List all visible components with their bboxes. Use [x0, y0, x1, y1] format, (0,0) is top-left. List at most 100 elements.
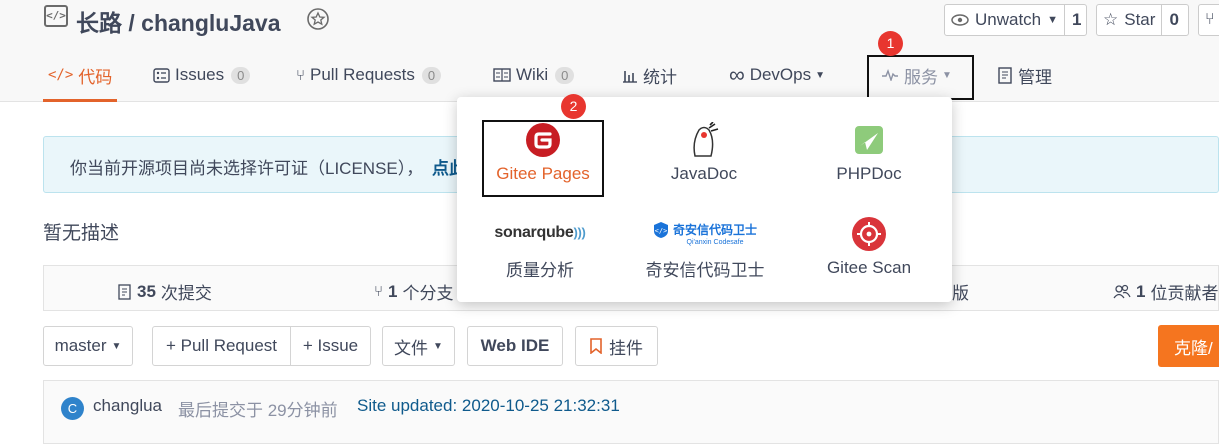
- qianxin-logo-sub: Qi'anxin Codesafe: [686, 238, 744, 246]
- tab-issues-count: 0: [231, 66, 251, 84]
- branch-select[interactable]: master ▼: [43, 326, 133, 366]
- branches-stat[interactable]: ⑂ 1 个分支: [374, 279, 453, 304]
- tab-code-label: 代码: [78, 67, 113, 87]
- web-ide-button[interactable]: Web IDE: [467, 326, 563, 366]
- pull-request-icon: ⑂: [296, 66, 306, 84]
- web-ide-label: Web IDE: [480, 336, 550, 355]
- branch-select-label: master: [54, 336, 107, 355]
- step-marker-2: 2: [561, 94, 586, 119]
- eye-icon: [951, 14, 969, 26]
- star-count[interactable]: 0: [1161, 5, 1185, 35]
- tab-wiki-label: Wiki: [516, 65, 549, 84]
- service-gitee-scan[interactable]: Gitee Scan: [810, 216, 928, 278]
- star-icon: ☆: [1103, 10, 1119, 29]
- service-sonarqube[interactable]: sonarqube))) 质量分析: [476, 216, 604, 281]
- stats-icon: [623, 70, 637, 83]
- caret-down-icon: ▼: [111, 340, 122, 352]
- service-phpdoc-label: PHPDoc: [836, 164, 902, 183]
- avatar[interactable]: C: [61, 397, 84, 420]
- sonarqube-logo-text: sonarqube: [494, 224, 574, 241]
- branches-label: 个分支: [402, 284, 454, 303]
- contributors-icon: [1113, 284, 1131, 299]
- tab-wiki-count: 0: [555, 66, 575, 84]
- tab-manage[interactable]: 管理: [998, 60, 1052, 90]
- tab-stats[interactable]: 统计: [622, 60, 677, 90]
- watch-button[interactable]: Unwatch ▼ 1: [944, 4, 1087, 36]
- tab-issues[interactable]: Issues 0: [153, 60, 251, 90]
- new-issue-label: + Issue: [302, 336, 359, 355]
- tab-devops[interactable]: ∞ DevOps ▼: [729, 60, 825, 90]
- infinity-icon: ∞: [729, 62, 745, 87]
- phpdoc-icon: [855, 126, 883, 154]
- badge-icon[interactable]: [306, 7, 330, 31]
- commits-label: 次提交: [160, 284, 212, 303]
- service-qianxin[interactable]: </> 奇安信代码卫士 Qi'anxin Codesafe 奇安信代码卫士: [636, 216, 774, 281]
- branch-icon: ⑂: [374, 283, 384, 300]
- widget-button[interactable]: 挂件: [575, 326, 658, 366]
- star-button[interactable]: ☆ Star 0: [1096, 4, 1189, 36]
- file-menu-label: 文件: [394, 338, 429, 358]
- widget-label: 挂件: [609, 338, 643, 358]
- contributors-stat[interactable]: 1 位贡献者: [1113, 279, 1218, 304]
- issues-icon: [153, 67, 170, 83]
- service-qianxin-label: 奇安信代码卫士: [645, 261, 765, 280]
- repo-title[interactable]: 长路 / changluJava: [76, 4, 281, 38]
- commit-author[interactable]: changlua: [93, 396, 162, 416]
- services-highlight-box: [867, 55, 974, 100]
- new-pull-request-button[interactable]: + Pull Request: [152, 326, 291, 366]
- svg-text:</>: </>: [655, 227, 668, 235]
- service-phpdoc[interactable]: PHPDoc: [810, 122, 928, 184]
- repo-description: 暂无描述: [43, 223, 120, 244]
- gitee-pages-highlight-box: [482, 120, 604, 197]
- tab-code[interactable]: </> 代码: [48, 60, 112, 90]
- contributors-count: 1: [1136, 281, 1146, 301]
- releases-label: 版: [952, 284, 969, 303]
- clone-label: 克隆/: [1174, 338, 1213, 358]
- repo-code-icon: </>: [44, 5, 68, 27]
- star-label: Star: [1124, 10, 1156, 29]
- javadoc-icon: [693, 122, 719, 157]
- watch-label: Unwatch: [975, 10, 1042, 29]
- contributors-label: 位贡献者: [1150, 284, 1219, 303]
- tab-stats-label: 统计: [643, 67, 677, 87]
- new-issue-button[interactable]: + Issue: [290, 326, 371, 366]
- service-javadoc-label: JavaDoc: [670, 164, 738, 183]
- commit-message[interactable]: Site updated: 2020-10-25 21:32:31: [357, 396, 620, 416]
- tab-pr-label: Pull Requests: [310, 65, 415, 84]
- service-sonarqube-label: 质量分析: [506, 261, 574, 280]
- step-marker-1: 1: [878, 31, 903, 56]
- bookmark-icon: [590, 338, 602, 354]
- wiki-icon: [493, 68, 511, 82]
- tab-wiki[interactable]: Wiki 0: [493, 60, 575, 90]
- qianxin-icon: </> 奇安信代码卫士 Qi'anxin Codesafe: [640, 216, 770, 250]
- tab-issues-label: Issues: [175, 65, 225, 84]
- fork-icon: ⑂: [1205, 11, 1215, 28]
- service-javadoc[interactable]: JavaDoc: [645, 122, 763, 184]
- branches-count: 1: [388, 281, 398, 301]
- new-pull-request-label: + Pull Request: [165, 336, 278, 355]
- releases-stat[interactable]: 版: [952, 279, 969, 304]
- file-menu-button[interactable]: 文件 ▼: [382, 326, 455, 366]
- fork-button[interactable]: ⑂: [1198, 4, 1219, 36]
- gitee-scan-icon: [852, 217, 886, 251]
- tab-devops-label: DevOps: [749, 65, 812, 84]
- watch-count[interactable]: 1: [1064, 5, 1088, 35]
- commit-time: 最后提交于 29分钟前: [178, 401, 338, 420]
- service-gitee-scan-label: Gitee Scan: [826, 258, 912, 277]
- commits-icon: [118, 283, 131, 300]
- active-tab-indicator: [43, 99, 117, 102]
- caret-down-icon: ▼: [815, 69, 826, 81]
- sonarqube-icon: sonarqube))): [494, 224, 586, 241]
- tab-pr-count: 0: [421, 66, 442, 84]
- clone-button[interactable]: 克隆/: [1158, 325, 1219, 367]
- qianxin-logo-text: 奇安信代码卫士: [672, 223, 757, 237]
- caret-down-icon: ▼: [1047, 14, 1059, 26]
- caret-down-icon: ▼: [433, 340, 443, 352]
- commits-stat[interactable]: 35 次提交: [118, 279, 212, 304]
- tab-manage-label: 管理: [1018, 67, 1052, 87]
- commits-count: 35: [137, 281, 156, 301]
- license-banner-text: 你当前开源项目尚未选择许可证（LICENSE），: [70, 159, 424, 178]
- code-icon: </>: [48, 67, 74, 83]
- manage-icon: [998, 66, 1012, 84]
- tab-pull-requests[interactable]: ⑂ Pull Requests 0: [296, 60, 442, 90]
